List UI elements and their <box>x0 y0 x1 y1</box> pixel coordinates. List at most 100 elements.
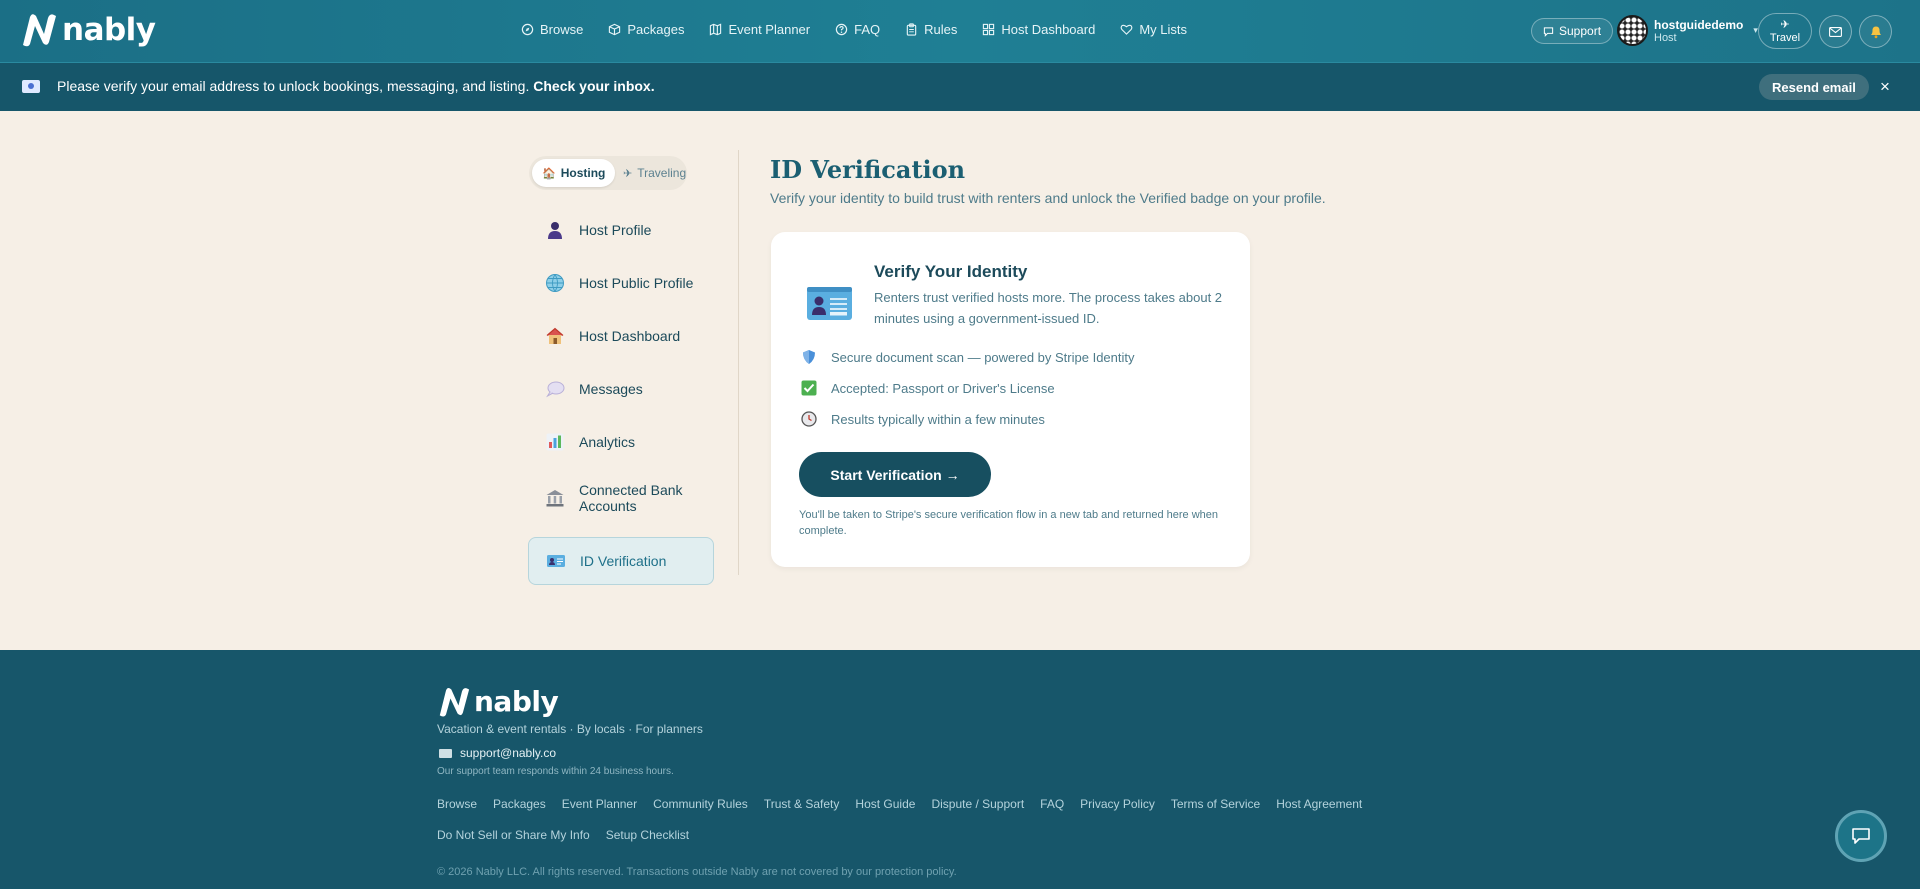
toggle-hosting[interactable]: 🏠 Hosting <box>532 159 616 187</box>
footer: nably Vacation & event rentals · By loca… <box>0 650 1920 889</box>
footer-link[interactable]: Trust & Safety <box>764 797 840 811</box>
sidebar-item-connected-bank-accounts[interactable]: Connected Bank Accounts <box>528 475 714 521</box>
nably-logo[interactable]: nably <box>20 12 156 48</box>
sidebar-item-label: ID Verification <box>580 553 667 569</box>
bar-chart-icon <box>546 433 564 451</box>
check-box-icon <box>801 380 817 396</box>
footer-email[interactable]: support@nably.co <box>439 746 556 760</box>
chat-button[interactable] <box>1835 810 1887 862</box>
page-subtitle: Verify your identity to build trust with… <box>770 190 1326 206</box>
nav-faq[interactable]: FAQ <box>835 22 880 37</box>
footer-logo[interactable]: nably <box>437 685 559 718</box>
footer-link[interactable]: Packages <box>493 797 546 811</box>
grid-icon <box>983 23 995 36</box>
shield-icon <box>803 350 815 364</box>
user-role: Host <box>1654 31 1677 44</box>
sidebar-item-analytics[interactable]: Analytics <box>528 422 714 462</box>
bank-icon <box>546 490 564 507</box>
footer-email-text: support@nably.co <box>460 746 557 760</box>
clipboard-icon <box>906 23 917 36</box>
card-description: Renters trust verified hosts more. The p… <box>874 290 1223 326</box>
nav-label: Event Planner <box>728 22 811 37</box>
nav-label: Packages <box>627 22 685 37</box>
house-icon <box>546 327 564 344</box>
footer-link[interactable]: Browse <box>437 797 477 811</box>
footer-logo-text: nably <box>474 685 559 718</box>
feature-item: Accepted: Passport or Driver's License <box>801 380 1055 396</box>
footer-link[interactable]: Event Planner <box>562 797 637 811</box>
compass-icon <box>521 23 534 36</box>
close-icon[interactable]: × <box>1880 77 1890 97</box>
toggle-traveling-label: Traveling <box>637 166 687 180</box>
verification-note: You'll be taken to Stripe's secure verif… <box>799 509 1218 537</box>
nav-rules[interactable]: Rules <box>905 22 957 37</box>
card-title: Verify Your Identity <box>874 262 1028 281</box>
sidebar-item-host-dashboard[interactable]: Host Dashboard <box>528 316 714 356</box>
nav-label: My Lists <box>1139 22 1188 37</box>
plane-icon: ✈ <box>623 167 633 180</box>
feature-item: Results typically within a few minutes <box>801 411 1045 427</box>
footer-link[interactable]: Host Agreement <box>1276 797 1362 811</box>
footer-tagline: Vacation & event rentals · By locals · F… <box>437 722 703 736</box>
banner-cta[interactable]: Check your inbox. <box>533 78 654 94</box>
footer-response-note: Our support team responds within 24 busi… <box>437 766 674 777</box>
footer-links: Browse Packages Event Planner Community Rul… <box>437 797 1437 859</box>
map-icon <box>710 23 722 36</box>
person-icon <box>548 222 562 239</box>
footer-copyright: © 2026 Nably LLC. All rights reserved. T… <box>437 866 957 878</box>
page-title: ID Verification <box>770 155 966 184</box>
footer-links-row: Do Not Sell or Share My Info Setup Checkl… <box>437 828 1437 842</box>
nav-label: FAQ <box>854 22 881 37</box>
help-icon <box>835 23 848 36</box>
top-navigation-bar: nably Browse Packages Event Planner FAQ … <box>0 0 1920 63</box>
notifications-button[interactable] <box>1859 15 1892 48</box>
sidebar-item-id-verification[interactable]: ID Verification <box>528 537 714 585</box>
verify-identity-card: Verify Your Identity Renters trust verif… <box>771 232 1250 567</box>
travel-mode-button[interactable]: ✈ Travel <box>1758 13 1812 49</box>
resend-email-button[interactable]: Resend email <box>1759 74 1869 100</box>
id-card-icon <box>547 555 565 567</box>
logo-mark-icon <box>439 687 470 716</box>
id-card-icon <box>807 287 852 320</box>
logo-mark-icon <box>23 14 56 47</box>
sidebar-item-label: Connected Bank Accounts <box>579 482 683 514</box>
footer-link[interactable]: Terms of Service <box>1171 797 1260 811</box>
sidebar-item-host-profile[interactable]: Host Profile <box>528 210 714 250</box>
support-button[interactable]: Support <box>1531 18 1614 44</box>
chat-bubble-icon <box>1543 26 1554 37</box>
globe-icon <box>546 274 564 292</box>
footer-link[interactable]: Setup Checklist <box>606 828 689 842</box>
heart-icon <box>1120 24 1133 35</box>
footer-link[interactable]: Do Not Sell or Share My Info <box>437 828 590 842</box>
mail-icon <box>1829 26 1842 37</box>
chat-bubble-icon <box>1852 828 1870 844</box>
nav-event-planner[interactable]: Event Planner <box>709 22 810 37</box>
sidebar-item-messages[interactable]: Messages <box>528 369 714 409</box>
speech-bubble-icon <box>546 381 565 398</box>
footer-link[interactable]: Dispute / Support <box>931 797 1024 811</box>
footer-link[interactable]: Host Guide <box>855 797 915 811</box>
feature-item: Secure document scan — powered by Stripe… <box>801 349 1135 365</box>
footer-link[interactable]: Privacy Policy <box>1080 797 1155 811</box>
support-label: Support <box>1559 24 1602 38</box>
bell-icon <box>1870 26 1881 39</box>
start-verification-button[interactable]: Start Verification → <box>799 452 991 497</box>
nav-browse[interactable]: Browse <box>521 22 583 37</box>
banner-message: Please verify your email address to unlo… <box>57 78 655 94</box>
toggle-hosting-label: Hosting <box>560 166 606 180</box>
nav-host-dashboard[interactable]: Host Dashboard <box>982 22 1095 37</box>
footer-link[interactable]: FAQ <box>1040 797 1064 811</box>
travel-label: Travel <box>1769 32 1801 44</box>
nav-my-lists[interactable]: My Lists <box>1120 22 1187 37</box>
user-menu[interactable]: hostguidedemo Host ▾ <box>1617 15 1758 46</box>
footer-link[interactable]: Community Rules <box>653 797 748 811</box>
sidebar-divider <box>738 150 739 575</box>
sidebar-item-host-public-profile[interactable]: Host Public Profile <box>528 263 714 303</box>
nav-label: Rules <box>924 22 958 37</box>
main-nav: Browse Packages Event Planner FAQ Rules … <box>521 22 1212 37</box>
mail-button[interactable] <box>1819 15 1852 48</box>
nav-label: Browse <box>540 22 584 37</box>
package-icon <box>609 23 621 36</box>
toggle-traveling[interactable]: ✈ Traveling <box>613 159 696 187</box>
nav-packages[interactable]: Packages <box>608 22 684 37</box>
